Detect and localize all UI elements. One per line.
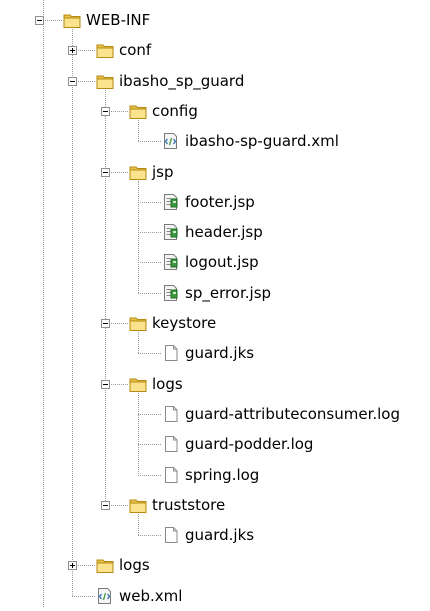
tree-item-config[interactable]: config — [0, 96, 430, 126]
file-icon — [162, 526, 180, 544]
tree-item-label: header.jsp — [185, 223, 263, 242]
expand-toggle-icon[interactable] — [68, 46, 77, 56]
tree-item-truststore[interactable]: truststore — [0, 490, 430, 520]
folder-icon — [129, 314, 147, 332]
collapse-toggle-icon[interactable] — [68, 76, 77, 86]
tree-item-label: footer.jsp — [185, 192, 255, 211]
project-file-tree: WEB-INF conf ibasho_sp_guardconfig ibasho-s… — [0, 0, 430, 607]
tree-guide-branch — [138, 292, 161, 294]
jsp-file-icon — [162, 223, 180, 241]
folder-icon — [129, 102, 147, 120]
folder-icon — [129, 496, 147, 514]
tree-item-logs-inner[interactable]: logs — [0, 369, 430, 399]
tree-item-label: ibasho_sp_guard — [119, 71, 245, 90]
tree-item-label: ibasho-sp-guard.xml — [185, 132, 339, 151]
tree-item-label: logs — [119, 556, 150, 575]
folder-icon — [96, 556, 114, 574]
jsp-file-icon — [162, 193, 180, 211]
tree-item-logs-outer[interactable]: logs — [0, 550, 430, 580]
jsp-file-icon — [162, 253, 180, 271]
xml-file-icon — [162, 132, 180, 150]
folder-icon — [63, 11, 81, 29]
tree-guide-branch — [138, 201, 161, 203]
tree-item-label: truststore — [152, 495, 226, 514]
tree-item-label: WEB-INF — [86, 11, 151, 29]
tree-item-ibasho_sp_guard[interactable]: ibasho_sp_guard — [0, 66, 430, 96]
tree-guide-branch — [138, 413, 161, 415]
tree-item-label: guard-podder.log — [185, 435, 314, 454]
tree-item-label: config — [152, 101, 198, 120]
tree-item-label: logs — [152, 374, 183, 393]
collapse-toggle-icon[interactable] — [101, 500, 110, 510]
tree-item-label: jsp — [152, 162, 174, 181]
tree-item-web-xml[interactable]: web.xml — [0, 581, 430, 611]
collapse-toggle-icon[interactable] — [101, 319, 110, 328]
file-icon — [162, 405, 180, 423]
tree-item-keystore-guard-jks[interactable]: guard.jks — [0, 338, 430, 368]
collapse-toggle-icon[interactable] — [101, 106, 110, 116]
tree-item-guard-attributeconsumer-log[interactable]: guard-attributeconsumer.log — [0, 399, 430, 429]
tree-guide-branch — [138, 141, 161, 143]
tree-item-label: logout.jsp — [185, 253, 259, 272]
tree-guide-branch — [138, 232, 161, 234]
collapse-toggle-icon[interactable] — [101, 379, 110, 389]
folder-icon — [96, 72, 114, 90]
expand-toggle-icon[interactable] — [68, 561, 77, 571]
tree-item-label: guard.jks — [185, 344, 255, 363]
file-icon — [162, 344, 180, 362]
tree-item-conf[interactable]: conf — [0, 35, 430, 65]
tree-item-web-inf[interactable]: WEB-INF — [0, 5, 430, 35]
tree-item-sp_error-jsp[interactable]: sp_error.jsp — [0, 278, 430, 308]
tree-item-spring-log[interactable]: spring.log — [0, 460, 430, 490]
tree-item-label: conf — [119, 41, 152, 60]
tree-item-label: sp_error.jsp — [185, 283, 272, 302]
tree-item-header-jsp[interactable]: header.jsp — [0, 217, 430, 247]
tree-item-truststore-guard-jks[interactable]: guard.jks — [0, 520, 430, 550]
tree-guide-branch — [72, 595, 95, 597]
tree-item-keystore[interactable]: keystore — [0, 308, 430, 338]
tree-item-label: web.xml — [119, 586, 183, 605]
tree-guide-branch — [138, 353, 161, 355]
tree-item-label: spring.log — [185, 465, 260, 484]
tree-item-label: guard.jks — [185, 526, 255, 545]
collapse-toggle-icon[interactable] — [35, 16, 44, 25]
tree-item-ibasho-sp-guard-xml[interactable]: ibasho-sp-guard.xml — [0, 126, 430, 156]
folder-icon — [129, 163, 147, 181]
jsp-file-icon — [162, 284, 180, 302]
tree-guide-branch — [138, 535, 161, 537]
tree-guide-branch — [138, 262, 161, 264]
folder-icon — [129, 375, 147, 393]
tree-item-logout-jsp[interactable]: logout.jsp — [0, 247, 430, 277]
tree-item-footer-jsp[interactable]: footer.jsp — [0, 187, 430, 217]
file-icon — [162, 435, 180, 453]
tree-item-label: keystore — [152, 314, 217, 332]
xml-file-icon — [96, 587, 114, 605]
tree-item-guard-podder-log[interactable]: guard-podder.log — [0, 429, 430, 459]
tree-item-jsp[interactable]: jsp — [0, 157, 430, 187]
tree-item-label: guard-attributeconsumer.log — [185, 404, 401, 423]
tree-guide-branch — [138, 444, 161, 446]
tree-guide-branch — [138, 474, 161, 476]
file-icon — [162, 466, 180, 484]
collapse-toggle-icon[interactable] — [101, 167, 110, 177]
folder-icon — [96, 41, 114, 59]
